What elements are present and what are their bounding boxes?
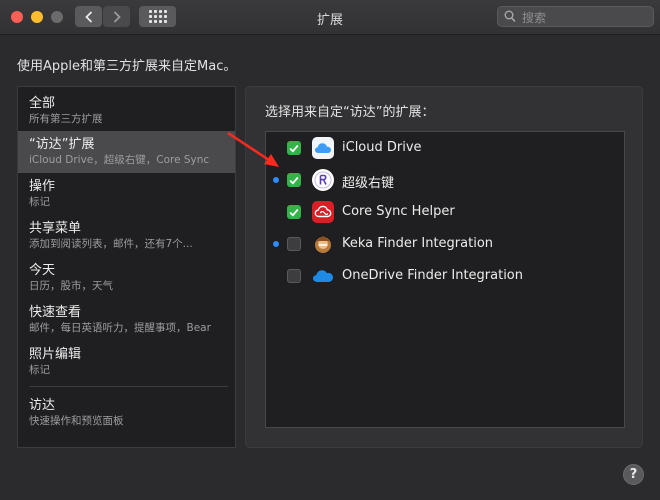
list-item: OneDrive Finder Integration	[266, 260, 624, 292]
extension-name: OneDrive Finder Integration	[342, 268, 524, 283]
list-item: 超级右键	[266, 164, 624, 196]
extension-name: Keka Finder Integration	[342, 236, 494, 251]
sidebar-item-subtitle: 邮件，每日英语听力，提醒事项，Bear	[29, 322, 211, 334]
sidebar-item-actions[interactable]: 操作 标记	[18, 173, 235, 215]
checkmark-icon	[289, 176, 299, 185]
panel-label: 选择用来自定“访达”的扩展：	[265, 105, 435, 120]
checkmark-icon	[289, 208, 299, 217]
sidebar-item-finder[interactable]: 访达 快速操作和预览面板	[18, 392, 235, 434]
sidebar-item-subtitle: iCloud Drive，超级右键，Core Sync	[29, 154, 210, 166]
keka-icon	[312, 233, 334, 255]
sidebar-item-subtitle: 标记	[29, 196, 50, 208]
page-description: 使用Apple和第三方扩展来自定Mac。	[17, 59, 237, 74]
sidebar-item-title: 操作	[29, 179, 56, 194]
extension-checkbox[interactable]	[287, 205, 301, 219]
sidebar-item-all[interactable]: 全部 所有第三方扩展	[18, 90, 235, 132]
extension-checkbox[interactable]	[287, 269, 301, 283]
extension-list: iCloud Drive 超级右键 Core Sync Helper Keka …	[265, 131, 625, 428]
sidebar-item-title: “访达”扩展	[29, 137, 95, 152]
icloud-icon	[312, 137, 334, 159]
sidebar-item-subtitle: 标记	[29, 364, 50, 376]
sidebar-item-share-menu[interactable]: 共享菜单 添加到阅读列表，邮件，还有7个...	[18, 215, 235, 257]
sidebar-item-subtitle: 快速操作和预览面板	[29, 415, 124, 427]
new-extension-dot	[273, 241, 279, 247]
sidebar-item-quick-look[interactable]: 快速查看 邮件，每日英语听力，提醒事项，Bear	[18, 299, 235, 341]
sidebar-item-title: 访达	[29, 398, 56, 413]
new-extension-dot	[273, 177, 279, 183]
extension-checkbox[interactable]	[287, 173, 301, 187]
extension-name: iCloud Drive	[342, 140, 422, 155]
extension-checkbox[interactable]	[287, 237, 301, 251]
onedrive-icon	[312, 265, 334, 287]
title-bar: 扩展	[0, 0, 660, 35]
list-item: Keka Finder Integration	[266, 228, 624, 260]
sidebar-item-title: 共享菜单	[29, 221, 82, 236]
sidebar-item-photos-editing[interactable]: 照片编辑 标记	[18, 341, 235, 383]
search-input[interactable]	[520, 9, 652, 26]
sidebar-item-today[interactable]: 今天 日历，股市，天气	[18, 257, 235, 299]
list-item: iCloud Drive	[266, 132, 624, 164]
search-field[interactable]	[497, 6, 654, 27]
sidebar-item-title: 全部	[29, 96, 56, 111]
extension-checkbox[interactable]	[287, 141, 301, 155]
extension-name: 超级右键	[342, 176, 395, 191]
adobe-creative-cloud-icon	[312, 201, 334, 223]
sidebar-item-subtitle: 添加到阅读列表，邮件，还有7个...	[29, 238, 193, 250]
sidebar-item-finder-extensions[interactable]: “访达”扩展 iCloud Drive，超级右键，Core Sync	[18, 131, 235, 173]
super-right-click-icon	[312, 169, 334, 191]
sidebar-item-subtitle: 所有第三方扩展	[29, 113, 103, 125]
search-icon	[504, 10, 516, 23]
help-button[interactable]: ?	[623, 464, 644, 485]
sidebar-item-title: 快速查看	[29, 305, 82, 320]
sidebar-divider	[29, 386, 228, 387]
list-item: Core Sync Helper	[266, 196, 624, 228]
sidebar-item-title: 照片编辑	[29, 347, 82, 362]
sidebar-item-subtitle: 日历，股市，天气	[29, 280, 113, 292]
checkmark-icon	[289, 144, 299, 153]
sidebar-item-title: 今天	[29, 263, 56, 278]
extension-name: Core Sync Helper	[342, 204, 455, 219]
extension-category-list: 全部 所有第三方扩展 “访达”扩展 iCloud Drive，超级右键，Core…	[17, 86, 236, 448]
